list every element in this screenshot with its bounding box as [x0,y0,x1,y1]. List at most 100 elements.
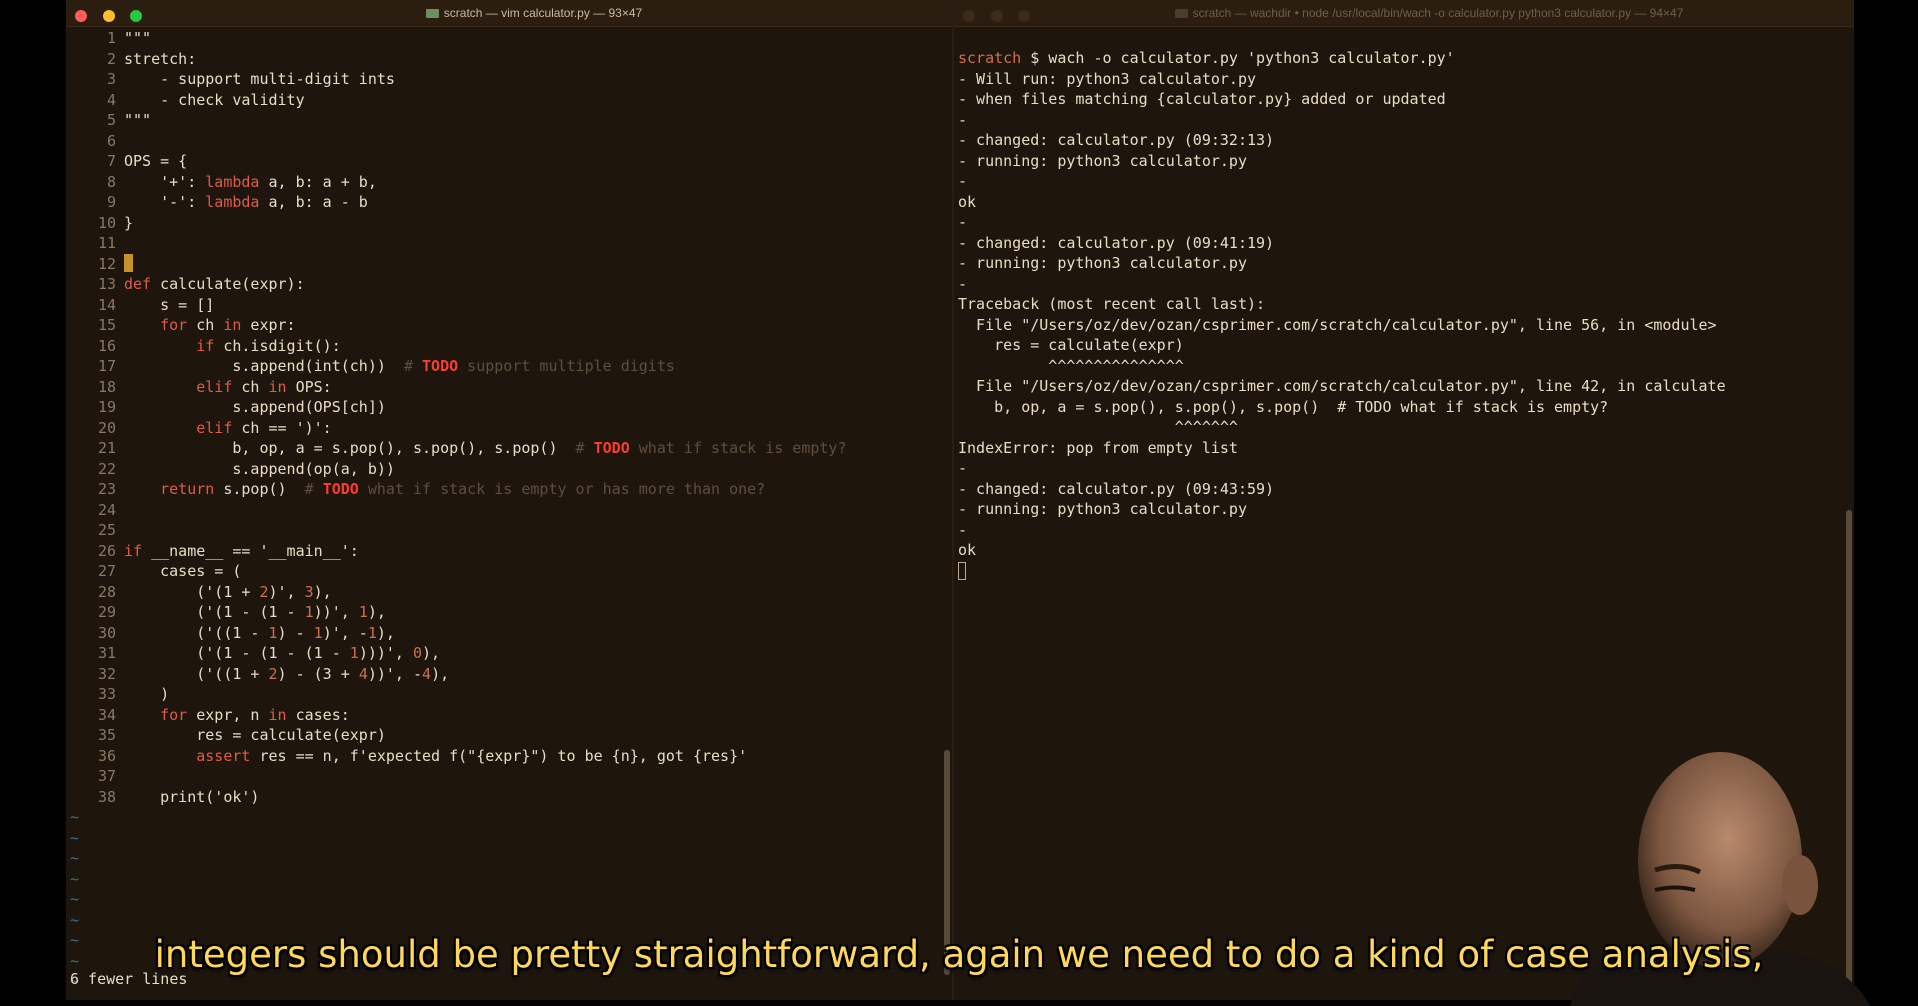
code-line[interactable]: 5 """ [66,110,846,131]
code-text[interactable]: ('((1 + 2) - (3 + 4))', -4), [124,665,449,683]
code-line[interactable]: 24 [66,500,846,521]
code-line[interactable]: 3 - support multi-digit ints [66,69,846,90]
code-line[interactable]: 14 s = [] [66,295,846,316]
code-text[interactable]: s.append(OPS[ch]) [124,398,386,416]
code-line[interactable]: 23 return s.pop() # TODO what if stack i… [66,479,846,500]
terminal-line: - running: python3 calculator.py [958,254,1247,272]
code-text[interactable]: print('ok') [124,788,259,806]
code-line[interactable]: 13 def calculate(expr): [66,274,846,295]
code-text[interactable]: } [124,214,133,232]
code-text[interactable]: elif ch == ')': [124,419,331,437]
code-text[interactable]: if __name__ == '__main__': [124,542,359,560]
line-number: 16 [97,336,116,355]
code-text[interactable]: if ch.isdigit(): [124,337,341,355]
code-line[interactable]: 10} [66,213,846,234]
code-text[interactable]: """ [124,29,151,47]
code-text[interactable] [124,253,133,273]
code-text[interactable]: - support multi-digit ints [124,70,395,88]
line-number: 38 [97,787,116,806]
code-line[interactable]: 26 if __name__ == '__main__': [66,541,846,562]
code-text[interactable]: """ [124,111,151,129]
code-text[interactable]: res = calculate(expr) [124,726,386,744]
code-text[interactable]: assert res == n, f'expected f("{expr}") … [124,747,747,765]
folder-icon [425,9,439,18]
code-text[interactable]: '+': lambda a, b: a + b, [124,173,377,191]
code-text[interactable]: return s.pop() # TODO what if stack is e… [124,480,765,498]
code-line[interactable]: 6 [66,131,846,152]
empty-buffer-line: ~ [66,828,846,849]
code-text[interactable]: ('(1 - (1 - (1 - 1)))', 0), [124,644,440,662]
editor-cursor [124,253,133,272]
code-text[interactable]: for ch in expr: [124,316,295,334]
code-line[interactable]: 21 b, op, a = s.pop(), s.pop(), s.pop() … [66,438,847,459]
code-text[interactable]: elif ch in OPS: [124,378,331,396]
minimize-icon[interactable] [102,10,115,22]
terminal-line: - Will run: python3 calculator.py [958,69,1257,88]
line-number: 23 [97,480,116,498]
code-text[interactable]: stretch: [124,50,196,68]
code-line[interactable]: 35 res = calculate(expr) [66,725,846,746]
code-line[interactable]: 33 ) [66,684,846,705]
code-text[interactable]: def calculate(expr): [124,275,305,293]
code-line[interactable]: 16 if ch.isdigit(): [66,336,846,357]
vim-titlebar[interactable]: scratch — vim calculator.py — 93×47 [66,0,952,27]
code-line[interactable]: 32 ('((1 + 2) - (3 + 4))', -4), [66,664,846,685]
line-number: 29 [97,603,116,621]
line-number: 19 [97,398,116,416]
terminal-line: b, op, a = s.pop(), s.pop(), s.pop() # T… [958,397,1609,416]
code-text[interactable]: '-': lambda a, b: a - b [124,193,368,211]
code-text[interactable]: s = [] [124,296,214,314]
terminal-line: Traceback (most recent call last): [958,295,1266,313]
code-line[interactable]: 27 cases = ( [66,561,846,582]
code-line[interactable]: 2 stretch: [66,49,846,70]
code-text[interactable]: ('(1 - (1 - 1))', 1), [124,603,386,621]
code-text[interactable]: - check validity [124,91,305,109]
code-line[interactable]: 20 elif ch == ')': [66,418,846,439]
code-line[interactable]: 19 s.append(OPS[ch]) [66,397,846,418]
line-number: 25 [97,521,116,539]
code-line[interactable]: 37 [66,766,846,787]
code-text[interactable]: OPS = { [124,152,187,170]
close-icon[interactable] [75,10,87,22]
code-text[interactable]: s.append(int(ch)) # TODO support multipl… [124,357,675,375]
code-line[interactable]: 18 elif ch in OPS: [66,377,846,398]
code-line[interactable]: 28 ('(1 + 2)', 3), [66,582,846,603]
minimize-icon[interactable] [990,10,1003,22]
line-number: 34 [97,705,116,724]
code-line[interactable]: 22 s.append(op(a, b)) [66,459,846,480]
terminal-cursor-line[interactable] [958,561,1726,582]
terminal-titlebar[interactable]: scratch — wachdir • node /usr/local/bin/… [954,0,1854,27]
code-line[interactable]: 7 OPS = { [66,151,846,172]
code-line[interactable]: 25 [66,520,846,541]
code-line[interactable]: 36 assert res == n, f'expected f("{expr}… [66,746,846,767]
code-text[interactable]: b, op, a = s.pop(), s.pop(), s.pop() # T… [124,439,846,457]
terminal-output[interactable]: scratch $ wach -o calculator.py 'python3… [958,48,1726,581]
code-text[interactable]: ('((1 - 1) - 1)', -1), [124,624,395,642]
line-number: 24 [97,500,116,519]
code-line[interactable]: 1 """ [66,28,846,49]
code-text[interactable]: s.append(op(a, b)) [124,460,395,478]
terminal-line: ^^^^^^^ [958,418,1238,436]
code-line[interactable]: 15 for ch in expr: [66,315,846,336]
code-line[interactable]: 4 - check validity [66,90,846,111]
line-number: 36 [97,746,116,765]
code-text[interactable]: ) [124,685,169,703]
code-line[interactable]: 30 ('((1 - 1) - 1)', -1), [66,623,846,644]
code-line[interactable]: 9 '-': lambda a, b: a - b [66,192,846,213]
code-line[interactable]: 11 [66,233,846,254]
terminal-prompt-line: scratch $ wach -o calculator.py 'python3… [958,48,1726,69]
code-text[interactable]: for expr, n in cases: [124,706,350,724]
code-line[interactable]: 31 ('(1 - (1 - (1 - 1)))', 0), [66,643,846,664]
code-editor[interactable]: 1 """ 2 stretch: 3 - support multi-digit int… [66,28,846,992]
code-line[interactable]: 12 [66,253,846,275]
code-line[interactable]: 8 '+': lambda a, b: a + b, [66,172,846,193]
code-text[interactable]: ('(1 + 2)', 3), [124,583,331,601]
close-icon[interactable] [963,10,975,22]
code-text[interactable]: cases = ( [124,562,241,580]
empty-buffer-line: ~ [66,807,846,828]
vim-window[interactable]: scratch — vim calculator.py — 93×47 1 """… [66,0,954,1000]
code-line[interactable]: 34 for expr, n in cases: [66,705,846,726]
code-line[interactable]: 38 print('ok') [66,787,846,808]
code-line[interactable]: 29 ('(1 - (1 - 1))', 1), [66,602,846,623]
code-line[interactable]: 17 s.append(int(ch)) # TODO support mult… [66,356,846,377]
